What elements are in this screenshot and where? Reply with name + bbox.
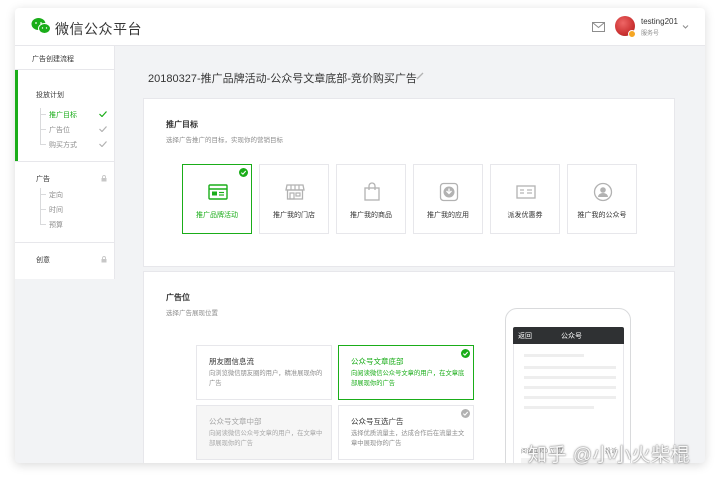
tree-tick	[40, 194, 46, 195]
placeholder-line	[524, 376, 616, 379]
brand-activity-icon	[208, 184, 228, 200]
sidebar-item-budget[interactable]: 预算	[49, 220, 63, 230]
placement-subtitle: 选择广告展现位置	[166, 310, 218, 317]
tree-tick	[40, 114, 46, 115]
placeholder-line	[524, 366, 616, 369]
active-section-indicator	[15, 70, 18, 161]
phone-nav-bar: 返回 公众号	[513, 327, 624, 344]
goal-option-label: 推广我的公众号	[577, 212, 627, 219]
placeholder-line	[524, 354, 584, 357]
lock-icon	[101, 256, 107, 263]
goal-option-store[interactable]: 推广我的门店	[259, 164, 329, 234]
sidebar-group-title[interactable]: 创意	[36, 255, 50, 265]
app-title[interactable]: 微信公众平台	[55, 19, 142, 39]
goal-option-label: 推广我的商品	[350, 212, 392, 219]
wechat-logo-icon[interactable]	[31, 17, 51, 35]
user-icon	[593, 182, 613, 202]
placement-card: 广告位 选择广告展现位置 朋友圈信息流 向浏览微信朋友圈的用户，精准展现你的广告…	[143, 271, 675, 463]
goal-option-official-account[interactable]: 推广我的公众号	[567, 164, 637, 234]
lock-icon	[101, 175, 107, 182]
placeholder-line	[524, 406, 594, 409]
goal-option-coupon[interactable]: 派发优惠券	[490, 164, 560, 234]
sidebar-group-title[interactable]: 广告	[36, 174, 50, 184]
check-icon	[99, 141, 107, 147]
tree-tick	[40, 224, 46, 225]
tree-tick	[40, 144, 46, 145]
placement-option-desc: 向浏览微信朋友圈的用户，精准展现你的广告	[209, 370, 323, 387]
placement-option-title: 公众号文章中部	[209, 417, 262, 426]
sidebar-divider	[15, 161, 115, 162]
selected-check-icon	[239, 168, 248, 177]
sidebar-group-title[interactable]: 投放计划	[36, 90, 64, 100]
placement-option-title: 公众号文章底部	[351, 357, 404, 366]
phone-title: 公众号	[561, 333, 582, 340]
goal-option-brand[interactable]: 推广品牌活动	[182, 164, 252, 234]
sidebar-header: 广告创建流程	[15, 46, 115, 70]
store-icon	[285, 184, 305, 200]
sidebar-item-placement[interactable]: 广告位	[49, 125, 70, 135]
placeholder-line	[524, 386, 616, 389]
goal-option-label: 推广我的应用	[427, 212, 469, 219]
tree-tick	[40, 129, 46, 130]
sidebar-item-targeting[interactable]: 定向	[49, 190, 63, 200]
placement-option-desc: 选择优质流量主，达成合作后在流量主文章中展现你的广告	[351, 430, 465, 447]
selected-check-icon	[461, 349, 470, 358]
placement-option-mutual-select[interactable]: 公众号互选广告 选择优质流量主，达成合作后在流量主文章中展现你的广告	[338, 405, 474, 460]
sidebar-item-goal[interactable]: 推广目标	[49, 110, 77, 120]
placement-option-title: 公众号互选广告	[351, 417, 404, 426]
goal-title: 推广目标	[166, 120, 198, 129]
placement-option-article-middle[interactable]: 公众号文章中部 向阅读微信公众号文章的用户，在文章中部展现你的广告	[196, 405, 332, 460]
mail-icon[interactable]	[592, 22, 605, 32]
goal-card: 推广目标 选择广告推广的目标，实现你的营销目标 推广品牌活动 推广我的门店 推广…	[143, 98, 675, 267]
coupon-icon	[516, 185, 536, 199]
goal-option-label: 推广我的门店	[273, 212, 315, 219]
placement-option-desc: 向阅读微信公众号文章的用户，在文章底部展现你的广告	[351, 370, 465, 387]
app-window: 微信公众平台 testing201 服务号 广告创建流程 投放计划 推广目标 广…	[15, 8, 705, 463]
placement-option-title: 朋友圈信息流	[209, 357, 254, 366]
placement-title: 广告位	[166, 293, 190, 302]
placement-option-article-bottom[interactable]: 公众号文章底部 向阅读微信公众号文章的用户，在文章底部展现你的广告	[338, 345, 474, 400]
tree-tick	[40, 209, 46, 210]
sidebar-item-time[interactable]: 时间	[49, 205, 63, 215]
back-button[interactable]: 返回	[518, 331, 532, 341]
goal-option-label: 推广品牌活动	[196, 212, 238, 219]
account-name[interactable]: testing201	[641, 17, 678, 26]
sidebar-divider	[15, 242, 115, 243]
placement-option-desc: 向阅读微信公众号文章的用户，在文章中部展现你的广告	[209, 430, 323, 447]
sidebar-item-purchase[interactable]: 购买方式	[49, 140, 77, 150]
edit-icon[interactable]	[416, 72, 424, 80]
chevron-down-icon[interactable]	[682, 23, 689, 30]
goal-option-label: 派发优惠券	[507, 212, 543, 219]
placement-option-moments[interactable]: 朋友圈信息流 向浏览微信朋友圈的用户，精准展现你的广告	[196, 345, 332, 400]
verified-badge-icon	[628, 30, 636, 38]
check-icon	[461, 409, 470, 418]
goal-option-product[interactable]: 推广我的商品	[336, 164, 406, 234]
sidebar: 广告创建流程 投放计划 推广目标 广告位 购买方式 广告 定向 时间 预算 创意	[15, 46, 115, 279]
shopping-bag-icon	[364, 182, 380, 201]
page-title: 20180327-推广品牌活动-公众号文章底部-竞价购买广告	[148, 73, 417, 85]
goal-subtitle: 选择广告推广的目标，实现你的营销目标	[166, 137, 283, 144]
check-icon	[99, 126, 107, 132]
check-icon	[99, 111, 107, 117]
account-type: 服务号	[641, 31, 660, 37]
watermark: 知乎 @小小火柴棍	[528, 445, 691, 466]
goal-option-app[interactable]: 推广我的应用	[413, 164, 483, 234]
placeholder-line	[524, 396, 616, 399]
top-bar: 微信公众平台 testing201 服务号	[15, 8, 705, 46]
download-icon	[439, 182, 459, 202]
